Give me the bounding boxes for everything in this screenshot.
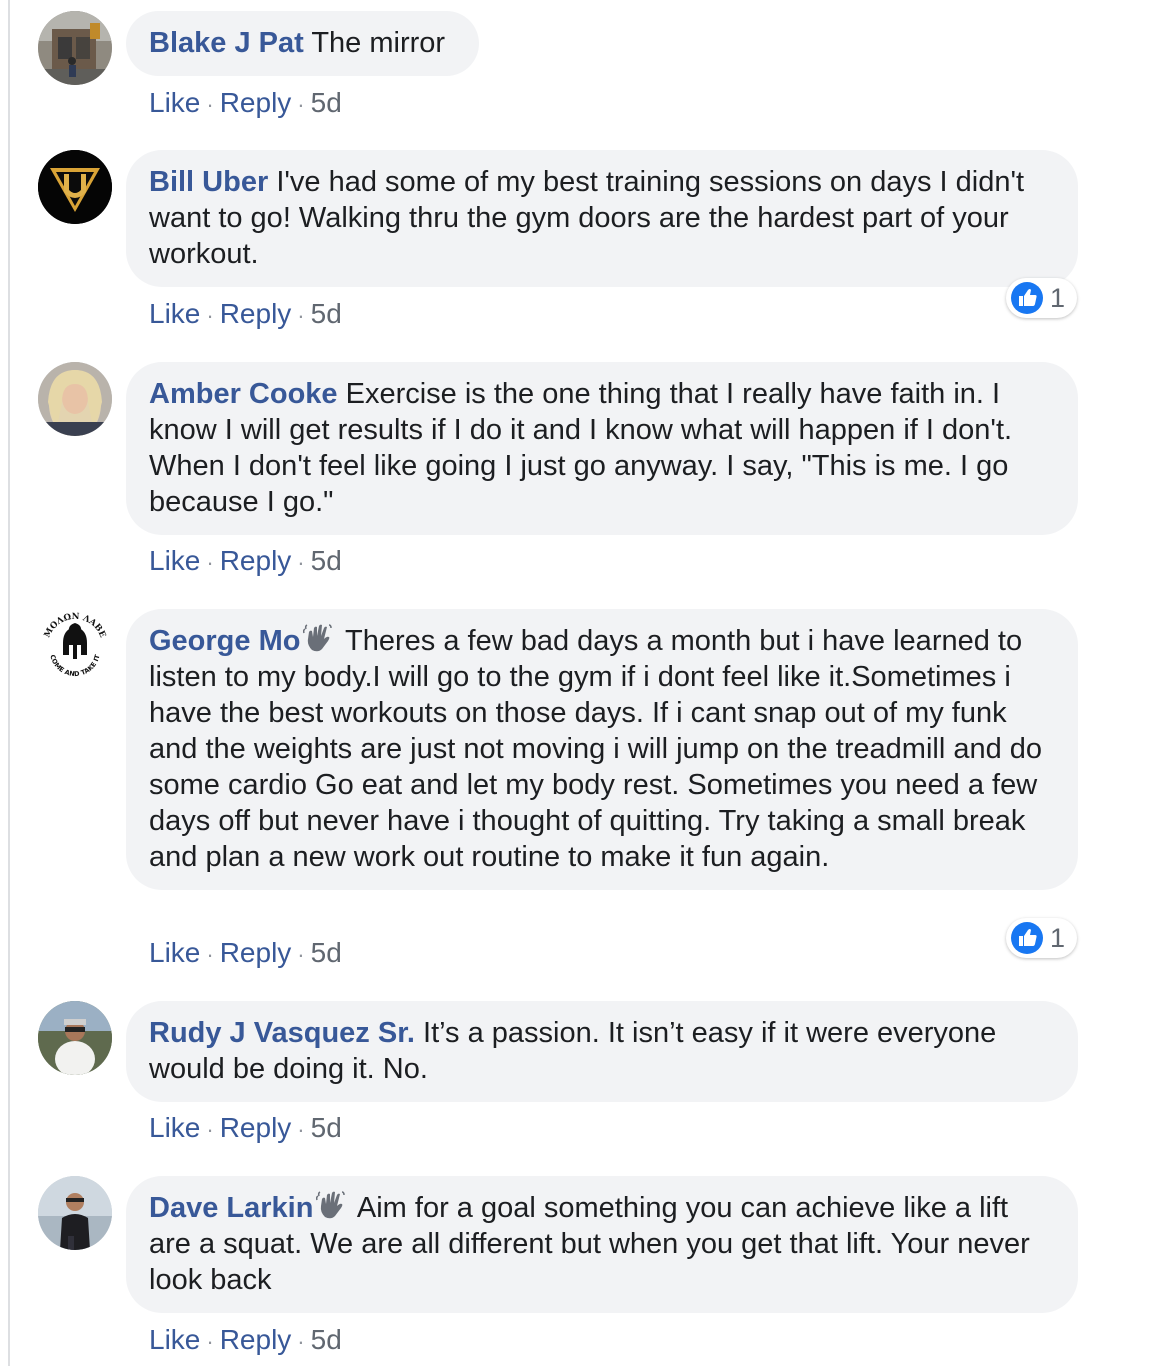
comment-author[interactable]: Bill Uber bbox=[149, 166, 268, 198]
separator: · bbox=[297, 550, 305, 575]
like-link[interactable]: Like bbox=[149, 1324, 200, 1355]
separator: · bbox=[297, 942, 305, 967]
comment-timestamp[interactable]: 5d bbox=[311, 545, 342, 576]
comment-timestamp[interactable]: 5d bbox=[311, 1112, 342, 1143]
like-link[interactable]: Like bbox=[149, 1112, 200, 1143]
separator: · bbox=[297, 1329, 305, 1354]
reply-link[interactable]: Reply bbox=[220, 1112, 292, 1143]
reply-link[interactable]: Reply bbox=[220, 298, 292, 329]
comment-text: I've had some of my best training sessio… bbox=[149, 166, 1025, 270]
comment-author[interactable]: George Mo bbox=[149, 625, 300, 657]
comment-timestamp[interactable]: 5d bbox=[311, 298, 342, 329]
comment-timestamp[interactable]: 5d bbox=[311, 1324, 342, 1355]
person-photo-avatar bbox=[38, 1176, 112, 1250]
like-link[interactable]: Like bbox=[149, 87, 200, 118]
comment-actions: Like · Reply · 5d bbox=[149, 544, 342, 580]
comment-actions: Like · Reply · 5d bbox=[149, 86, 342, 122]
like-link[interactable]: Like bbox=[149, 937, 200, 968]
reply-link[interactable]: Reply bbox=[220, 937, 292, 968]
comment-timestamp[interactable]: 5d bbox=[311, 937, 342, 968]
comment-timestamp[interactable]: 5d bbox=[311, 87, 342, 118]
reply-link[interactable]: Reply bbox=[220, 545, 292, 576]
storefront-photo-avatar bbox=[38, 11, 112, 85]
separator: · bbox=[206, 1329, 214, 1354]
shield-logo-avatar bbox=[38, 150, 112, 224]
person-photo-avatar bbox=[38, 1001, 112, 1075]
separator: · bbox=[206, 942, 214, 967]
avatar[interactable] bbox=[38, 1176, 112, 1250]
thumbs-up-icon bbox=[1011, 922, 1043, 954]
comment-author[interactable]: Amber Cooke bbox=[149, 378, 338, 410]
separator: · bbox=[297, 1117, 305, 1142]
reply-link[interactable]: Reply bbox=[220, 1324, 292, 1355]
separator: · bbox=[297, 92, 305, 117]
comment-actions: Like · Reply · 5d bbox=[149, 1111, 342, 1147]
reaction-count: 1 bbox=[1050, 922, 1066, 953]
portrait-photo-avatar bbox=[38, 362, 112, 436]
spartan-helmet-avatar: ΜΟΛΩΝ ΛΑΒΕ COME AND TAKE IT bbox=[38, 609, 112, 683]
like-link[interactable]: Like bbox=[149, 298, 200, 329]
comment-bubble: Rudy J Vasquez Sr. It’s a passion. It is… bbox=[126, 1001, 1078, 1102]
reaction-count-badge[interactable]: 1 bbox=[1006, 918, 1078, 958]
comment-bubble: Blake J Pat The mirror bbox=[126, 11, 479, 76]
comment-bubble: Dave Larkin Aim for a goal something you… bbox=[126, 1176, 1078, 1313]
waving-hand-icon bbox=[316, 1190, 346, 1220]
comment-bubble: George Mo Theres a few bad days a month … bbox=[126, 609, 1078, 890]
comment-actions: Like · Reply · 5d bbox=[149, 1323, 342, 1359]
comment-author[interactable]: Rudy J Vasquez Sr. bbox=[149, 1017, 415, 1049]
separator: · bbox=[206, 92, 214, 117]
avatar[interactable] bbox=[38, 11, 112, 85]
reaction-count: 1 bbox=[1050, 282, 1066, 313]
comment-text: Theres a few bad days a month but i have… bbox=[149, 625, 1043, 873]
waving-hand-icon bbox=[303, 623, 333, 653]
comment-bubble: Bill Uber I've had some of my best train… bbox=[126, 150, 1078, 287]
like-link[interactable]: Like bbox=[149, 545, 200, 576]
avatar[interactable] bbox=[38, 1001, 112, 1075]
comment-actions: Like · Reply · 5d bbox=[149, 297, 342, 333]
comment-author[interactable]: Blake J Pat bbox=[149, 27, 304, 59]
reaction-count-badge[interactable]: 1 bbox=[1006, 278, 1078, 318]
reply-link[interactable]: Reply bbox=[220, 87, 292, 118]
comment-actions: Like · Reply · 5d bbox=[149, 936, 342, 972]
comment-bubble: Amber Cooke Exercise is the one thing th… bbox=[126, 362, 1078, 535]
avatar[interactable]: ΜΟΛΩΝ ΛΑΒΕ COME AND TAKE IT bbox=[38, 609, 112, 683]
avatar[interactable] bbox=[38, 362, 112, 436]
thread-divider bbox=[8, 0, 10, 1366]
separator: · bbox=[297, 303, 305, 328]
separator: · bbox=[206, 303, 214, 328]
comment-author[interactable]: Dave Larkin bbox=[149, 1192, 313, 1224]
comment-text: The mirror bbox=[311, 27, 446, 59]
thumbs-up-icon bbox=[1011, 282, 1043, 314]
separator: · bbox=[206, 550, 214, 575]
avatar[interactable] bbox=[38, 150, 112, 224]
separator: · bbox=[206, 1117, 214, 1142]
